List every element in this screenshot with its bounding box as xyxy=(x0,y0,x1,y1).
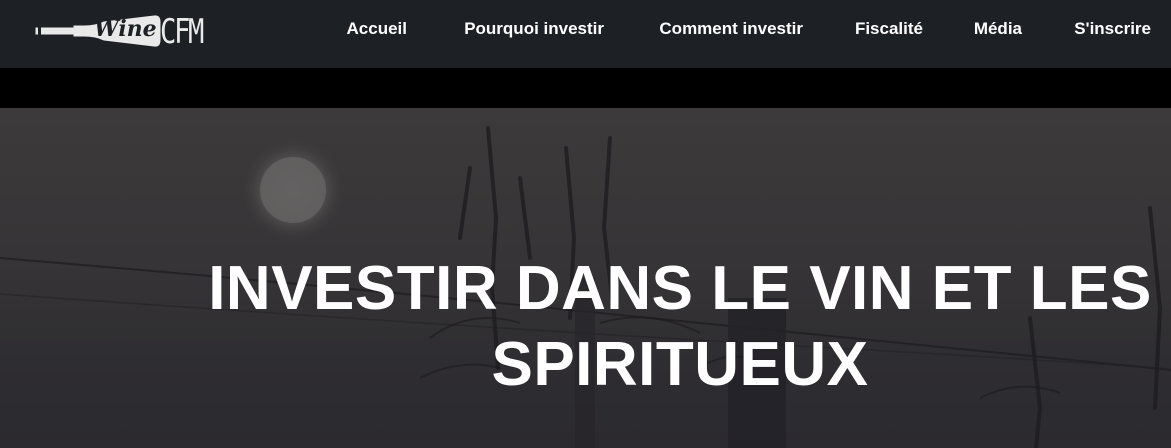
nav-item-pourquoi-investir[interactable]: Pourquoi investir xyxy=(464,19,604,39)
nav-item-accueil[interactable]: Accueil xyxy=(347,19,407,39)
logo-wine-text: Wine xyxy=(94,16,157,42)
nav-item-sinscrire[interactable]: S'inscrire xyxy=(1074,19,1151,39)
nav-item-comment-investir[interactable]: Comment investir xyxy=(659,19,803,39)
header-spacer-band xyxy=(0,68,1171,108)
hero-title-line-1: INVESTIR DANS LE VIN ET LES xyxy=(208,254,1152,323)
hero-title-line-2: SPIRITUEUX xyxy=(491,330,869,399)
nav-item-fiscalite[interactable]: Fiscalité xyxy=(855,19,923,39)
site-header: Wine CFM Accueil Pourquoi investir Comme… xyxy=(0,0,1171,68)
nav-item-media[interactable]: Média xyxy=(974,19,1022,39)
logo-cfm-text: CFM xyxy=(160,12,204,52)
hero-title: INVESTIR DANS LE VIN ET LES SPIRITUEUX xyxy=(180,251,1171,403)
site-logo[interactable]: Wine CFM xyxy=(34,10,206,52)
hero-banner: INVESTIR DANS LE VIN ET LES SPIRITUEUX xyxy=(0,108,1171,448)
